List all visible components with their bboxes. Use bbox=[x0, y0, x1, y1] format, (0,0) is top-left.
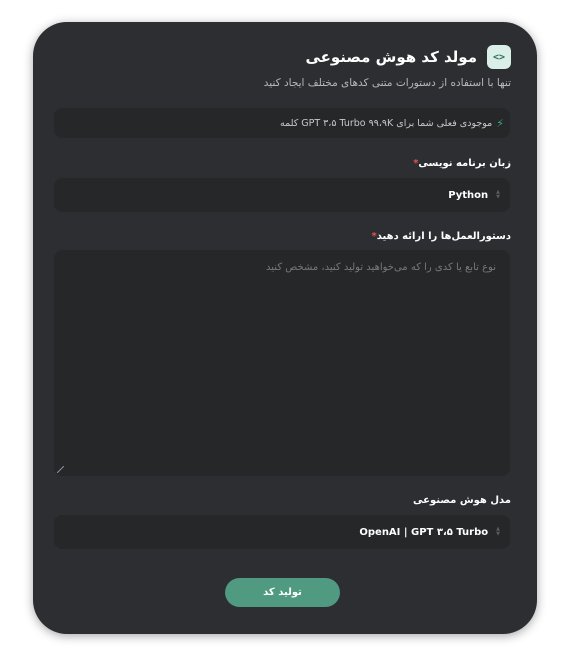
code-generator-card: <> مولد کد هوش مصنوعی تنها با استفاده از… bbox=[33, 22, 537, 634]
instructions-label-text: دستورالعمل‌ها را ارائه دهید bbox=[376, 231, 511, 242]
generate-code-button[interactable]: تولید کد bbox=[225, 578, 340, 607]
code-icon: <> bbox=[487, 45, 511, 69]
credit-balance-bar: ⚡ موجودی فعلی شما برای GPT ۳،۵ Turbo ۹۹،… bbox=[54, 108, 510, 138]
model-select[interactable]: ▲ ▼ OpenAI | GPT ۳،۵ Turbo bbox=[54, 515, 510, 549]
header: <> مولد کد هوش مصنوعی bbox=[305, 44, 511, 70]
model-label: مدل هوش مصنوعی bbox=[413, 495, 511, 506]
language-select-value: Python bbox=[448, 189, 489, 201]
language-label: زبان برنامه نویسی* bbox=[413, 158, 511, 169]
resize-handle-icon[interactable] bbox=[57, 466, 64, 473]
instructions-textarea[interactable]: نوع تابع یا کدی را که می‌خواهید تولید کن… bbox=[54, 250, 510, 476]
instructions-placeholder: نوع تابع یا کدی را که می‌خواهید تولید کن… bbox=[266, 262, 496, 273]
page-subtitle: تنها با استفاده از دستورات متنی کدهای مخ… bbox=[263, 77, 511, 89]
model-select-value: OpenAI | GPT ۳،۵ Turbo bbox=[359, 526, 489, 538]
sort-caret-icon: ▲ ▼ bbox=[496, 189, 500, 200]
sort-caret-icon: ▲ ▼ bbox=[496, 526, 500, 537]
bolt-icon: ⚡ bbox=[496, 116, 504, 130]
instructions-label: دستورالعمل‌ها را ارائه دهید* bbox=[372, 231, 511, 242]
language-select[interactable]: ▲ ▼ Python bbox=[54, 178, 510, 212]
page-title: مولد کد هوش مصنوعی bbox=[305, 48, 477, 66]
language-label-text: زبان برنامه نویسی bbox=[418, 158, 511, 169]
credit-balance-text: موجودی فعلی شما برای GPT ۳،۵ Turbo ۹۹،۹K… bbox=[279, 117, 493, 129]
